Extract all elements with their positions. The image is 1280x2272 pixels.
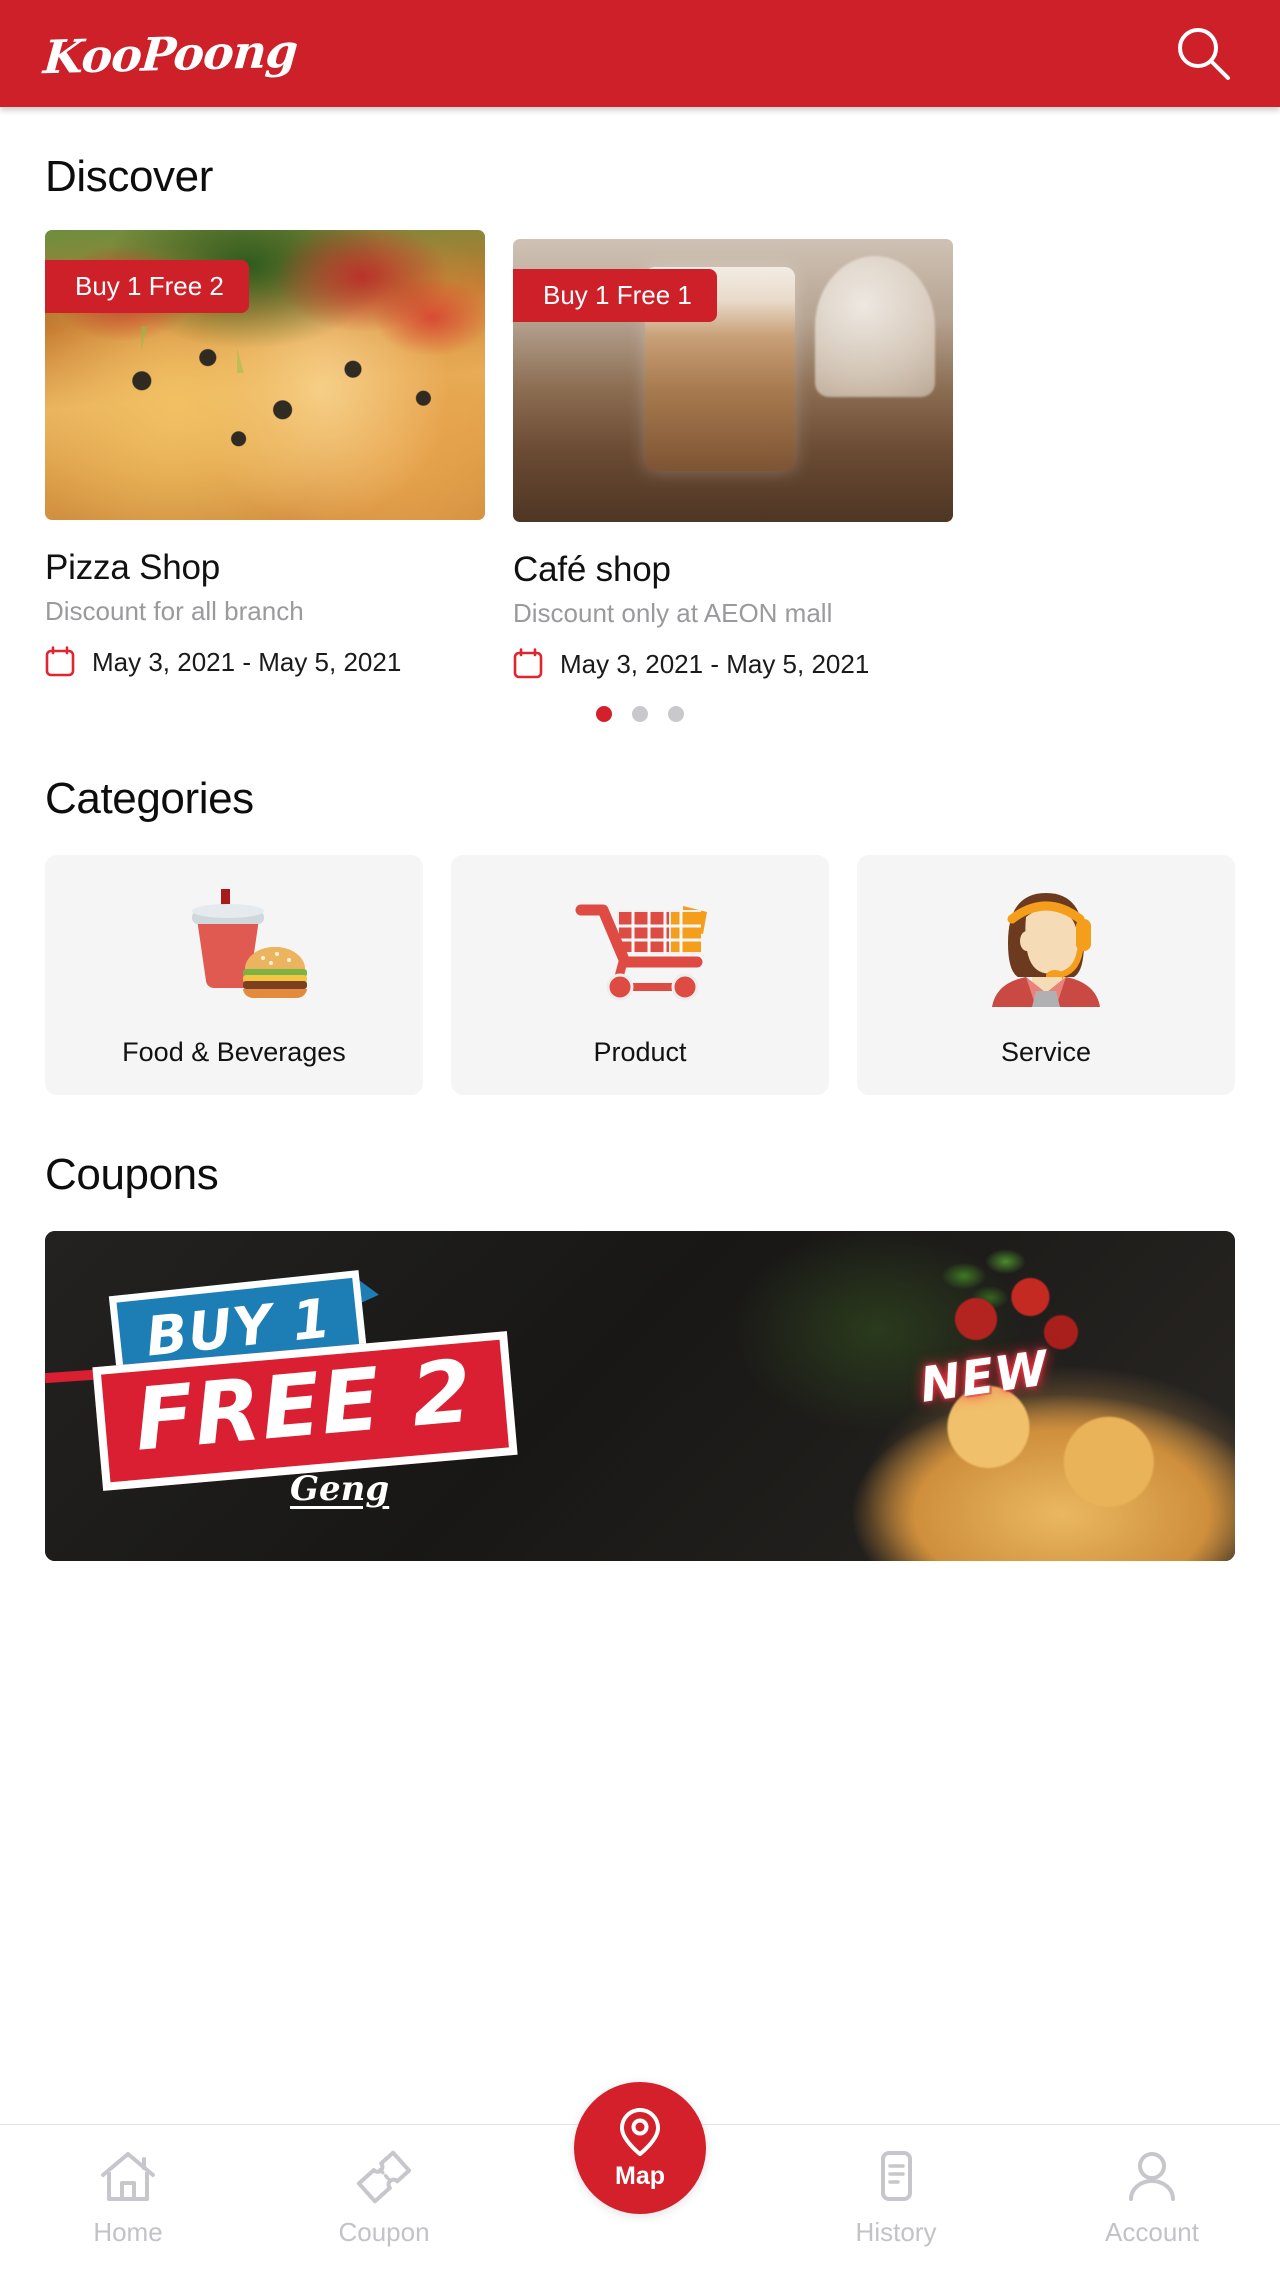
discover-carousel[interactable]: Buy 1 Free 2 Pizza Shop Discount for all… xyxy=(0,230,1280,680)
scroll-content: Discover Buy 1 Free 2 Pizza Shop Discoun… xyxy=(0,107,1280,2272)
promo-subtitle: Discount for all branch xyxy=(45,596,304,626)
promo-date-range: May 3, 2021 - May 5, 2021 xyxy=(92,646,402,677)
categories-grid: Food & Beverages Product Service xyxy=(0,855,1280,1095)
app-root: KooPoong Discover Buy 1 Free 2 Pizza Sho… xyxy=(0,0,1280,2272)
map-fab-button[interactable]: Map xyxy=(574,2082,706,2214)
nav-item-home[interactable]: Home xyxy=(0,2125,256,2248)
nav-label: History xyxy=(855,2217,937,2247)
coupon-banner[interactable]: BUY 1 FREE 2 NEW Geng xyxy=(45,1231,1235,1561)
search-button[interactable] xyxy=(1170,20,1238,88)
promo-badge: Buy 1 Free 1 xyxy=(513,269,717,322)
promo-image: Buy 1 Free 2 xyxy=(45,230,485,520)
promo-shop-name: Pizza Shop xyxy=(45,548,221,587)
promo-date-row: May 3, 2021 - May 5, 2021 xyxy=(513,648,953,680)
category-label: Product xyxy=(593,1037,687,1067)
map-pin-icon xyxy=(620,2107,660,2156)
pagination-dot-1[interactable] xyxy=(596,706,612,722)
category-card-product[interactable]: Product xyxy=(451,855,829,1095)
category-card-service[interactable]: Service xyxy=(857,855,1235,1095)
shopping-cart-icon xyxy=(451,879,829,1009)
nav-item-history[interactable]: History xyxy=(768,2125,1024,2248)
promo-date-row: May 3, 2021 - May 5, 2021 xyxy=(45,646,485,678)
promo-subtitle: Discount only at AEON mall xyxy=(513,598,833,628)
promo-shop-name: Café shop xyxy=(513,550,671,589)
ticket-icon xyxy=(356,2150,412,2204)
pagination-dot-3[interactable] xyxy=(668,706,684,722)
promo-badge: Buy 1 Free 2 xyxy=(45,260,249,313)
pagination-dot-2[interactable] xyxy=(632,706,648,722)
carousel-pagination[interactable] xyxy=(0,706,1280,722)
map-fab-label: Map xyxy=(615,2161,665,2190)
customer-service-agent-icon xyxy=(857,879,1235,1009)
calendar-icon xyxy=(45,646,75,677)
nav-label: Coupon xyxy=(338,2217,430,2247)
promo-date-range: May 3, 2021 - May 5, 2021 xyxy=(560,648,870,679)
coupons-section-title: Coupons xyxy=(45,1150,219,1199)
categories-section-title: Categories xyxy=(45,774,254,823)
coupon-brand-mark: Geng xyxy=(290,1469,390,1509)
category-label: Service xyxy=(1000,1037,1092,1067)
document-icon xyxy=(881,2151,912,2201)
nav-label: Home xyxy=(93,2217,163,2247)
soda-and-burger-icon xyxy=(45,879,423,1009)
calendar-icon xyxy=(513,648,543,679)
discover-section-title: Discover xyxy=(45,152,213,201)
nav-label: Account xyxy=(1105,2217,1199,2247)
category-label: Food & Beverages xyxy=(122,1037,346,1067)
search-icon xyxy=(1178,27,1230,80)
home-icon xyxy=(101,2152,155,2201)
app-logo: KooPoong xyxy=(41,23,300,84)
app-header: KooPoong xyxy=(0,0,1280,107)
nav-item-account[interactable]: Account xyxy=(1024,2125,1280,2248)
category-card-food-beverages[interactable]: Food & Beverages xyxy=(45,855,423,1095)
promo-image: Buy 1 Free 1 xyxy=(513,239,953,522)
promo-card[interactable]: Buy 1 Free 1 Café shop Discount only at … xyxy=(513,230,953,680)
promo-card[interactable]: Buy 1 Free 2 Pizza Shop Discount for all… xyxy=(45,230,485,680)
person-icon xyxy=(1129,2152,1175,2201)
nav-item-coupon[interactable]: Coupon xyxy=(256,2125,512,2248)
